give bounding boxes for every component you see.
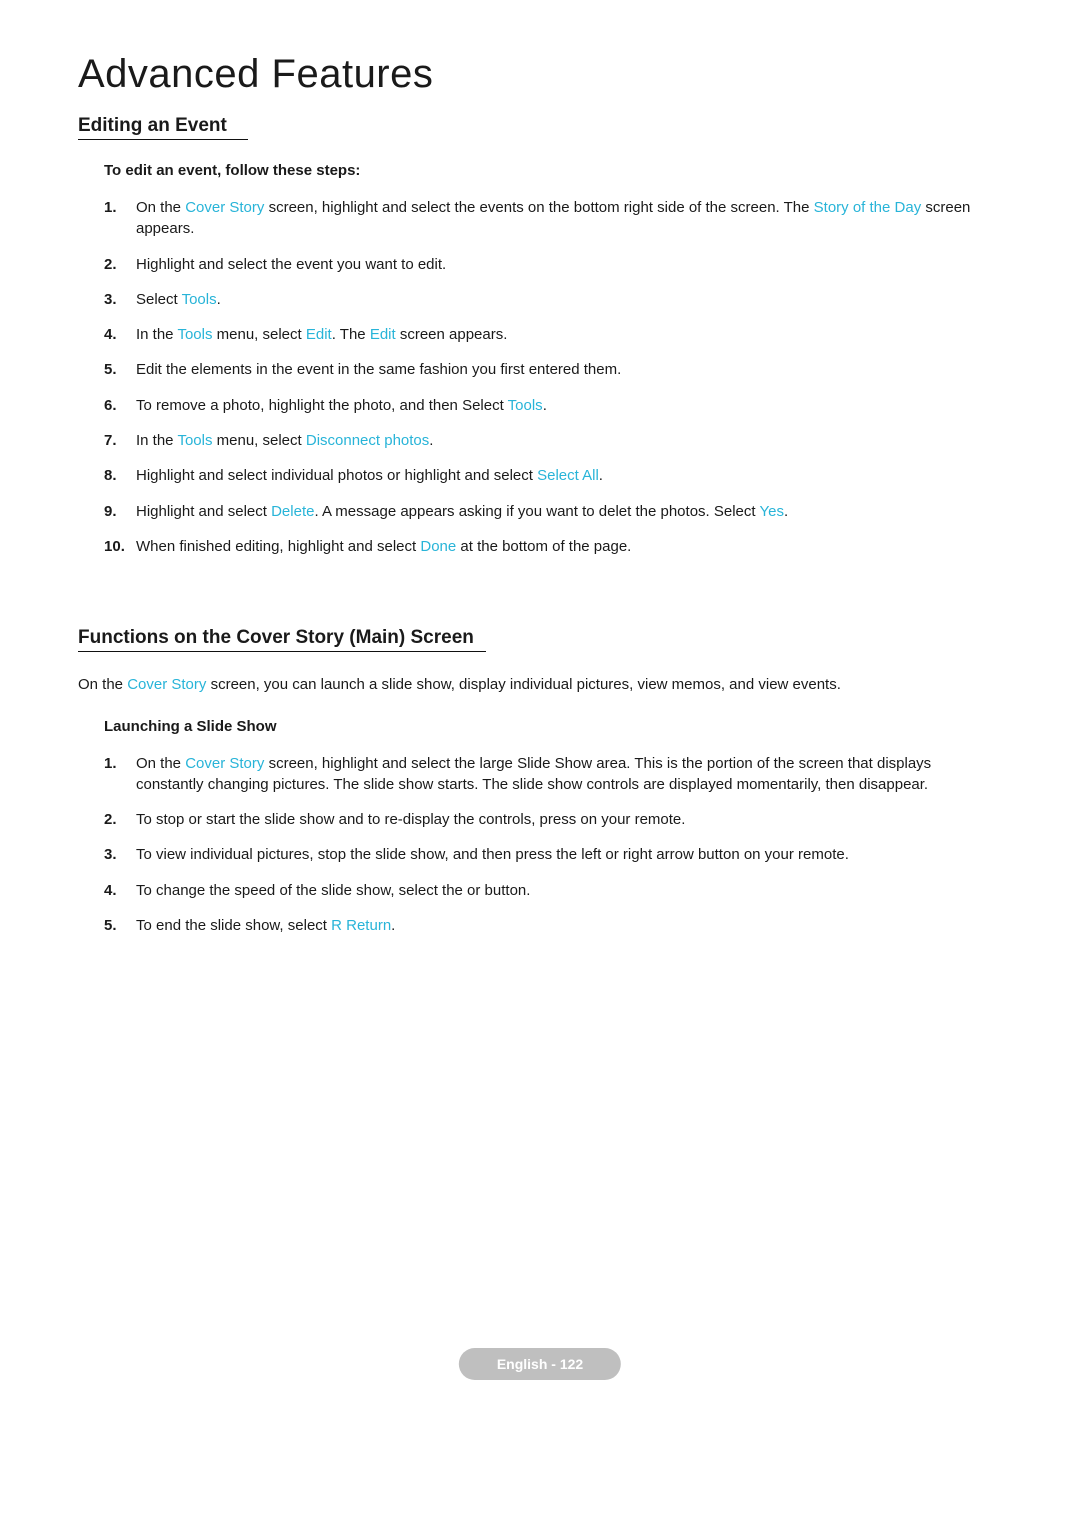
link-r: R: [331, 917, 342, 934]
text: To end the slide show, select: [136, 917, 331, 934]
text: Highlight and select the event you want …: [136, 256, 446, 273]
text: .: [391, 917, 395, 934]
text: .: [784, 503, 788, 520]
link-cover-story: Cover Story: [127, 676, 206, 693]
link-delete: Delete: [271, 503, 314, 520]
step-5: Edit the elements in the event in the sa…: [104, 359, 1002, 380]
step-7: In the Tools menu, select Disconnect pho…: [104, 430, 1002, 451]
link-story-of-the-day: Story of the Day: [814, 199, 922, 216]
text: On the: [136, 199, 185, 216]
text: In the: [136, 326, 177, 343]
section-heading-functions: Functions on the Cover Story (Main) Scre…: [78, 627, 486, 652]
launch-step-5: To end the slide show, select R Return.: [104, 915, 1002, 936]
link-tools: Tools: [508, 397, 543, 414]
text: . A message appears asking if you want t…: [314, 503, 759, 520]
link-cover-story: Cover Story: [185, 755, 264, 772]
launch-step-2: To stop or start the slide show and to r…: [104, 809, 1002, 830]
text: In the: [136, 432, 177, 449]
link-yes: Yes: [759, 503, 783, 520]
link-edit: Edit: [306, 326, 332, 343]
page-title: Advanced Features: [78, 52, 1002, 97]
page-footer-badge: English - 122: [459, 1348, 621, 1380]
text: Edit the elements in the event in the sa…: [136, 361, 621, 378]
link-done: Done: [420, 538, 456, 555]
text: at the bottom of the page.: [456, 538, 631, 555]
text: menu, select: [212, 326, 305, 343]
section-heading-editing: Editing an Event: [78, 115, 248, 140]
text: .: [599, 467, 603, 484]
step-6: To remove a photo, highlight the photo, …: [104, 395, 1002, 416]
link-tools: Tools: [177, 326, 212, 343]
text: . The: [332, 326, 370, 343]
launch-step-4: To change the speed of the slide show, s…: [104, 880, 1002, 901]
step-9: Highlight and select Delete. A message a…: [104, 501, 1002, 522]
editing-intro: To edit an event, follow these steps:: [104, 162, 1002, 179]
launching-steps-list: On the Cover Story screen, highlight and…: [104, 753, 1002, 937]
text: screen, highlight and select the events …: [264, 199, 813, 216]
link-tools: Tools: [182, 291, 217, 308]
text: On the: [78, 676, 127, 693]
step-3: Select Tools.: [104, 289, 1002, 310]
text: Highlight and select: [136, 503, 271, 520]
launch-step-3: To view individual pictures, stop the sl…: [104, 844, 1002, 865]
text: screen appears.: [396, 326, 508, 343]
text: .: [217, 291, 221, 308]
document-page: Advanced Features Editing an Event To ed…: [0, 0, 1080, 1420]
text: menu, select: [212, 432, 305, 449]
launch-step-1: On the Cover Story screen, highlight and…: [104, 753, 1002, 796]
text: .: [429, 432, 433, 449]
link-edit: Edit: [370, 326, 396, 343]
link-tools: Tools: [177, 432, 212, 449]
step-4: In the Tools menu, select Edit. The Edit…: [104, 324, 1002, 345]
text: To view individual pictures, stop the sl…: [136, 846, 849, 863]
link-cover-story: Cover Story: [185, 199, 264, 216]
text: On the: [136, 755, 185, 772]
text: screen, you can launch a slide show, dis…: [206, 676, 841, 693]
editing-steps-list: On the Cover Story screen, highlight and…: [104, 197, 1002, 557]
functions-intro: On the Cover Story screen, you can launc…: [78, 674, 1002, 695]
step-2: Highlight and select the event you want …: [104, 254, 1002, 275]
text: To remove a photo, highlight the photo, …: [136, 397, 508, 414]
text: Select: [136, 291, 182, 308]
launching-heading: Launching a Slide Show: [104, 718, 1002, 735]
text: To change the speed of the slide show, s…: [136, 882, 530, 899]
link-select-all: Select All: [537, 467, 599, 484]
text: When finished editing, highlight and sel…: [136, 538, 420, 555]
text: Highlight and select individual photos o…: [136, 467, 537, 484]
text: To stop or start the slide show and to r…: [136, 811, 685, 828]
text: .: [543, 397, 547, 414]
step-8: Highlight and select individual photos o…: [104, 465, 1002, 486]
step-10: When finished editing, highlight and sel…: [104, 536, 1002, 557]
step-1: On the Cover Story screen, highlight and…: [104, 197, 1002, 240]
link-return: Return: [342, 917, 391, 934]
link-disconnect-photos: Disconnect photos: [306, 432, 429, 449]
